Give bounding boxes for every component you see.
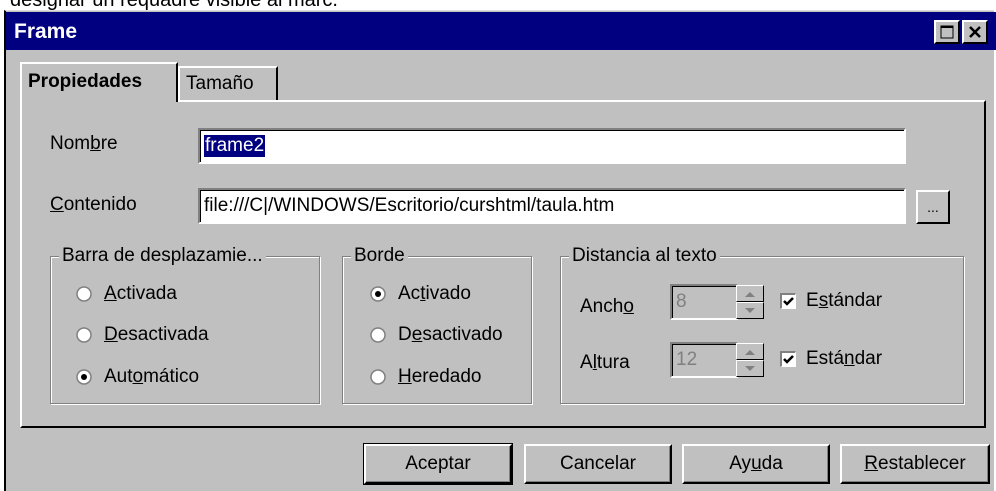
tab-tamano-label: Tamaño xyxy=(186,73,254,94)
distance-group: Distancia al texto xyxy=(560,245,964,404)
browse-button[interactable]: ... xyxy=(916,190,950,224)
title-bar[interactable]: Frame xyxy=(6,12,996,50)
ancho-label: Ancho xyxy=(580,296,634,317)
restablecer-button[interactable]: Restablecer xyxy=(840,444,990,484)
radio-activado[interactable]: Activado xyxy=(370,283,471,305)
radio-empty-icon xyxy=(76,286,92,302)
spin-down-icon xyxy=(745,307,755,313)
ancho-value: 8 xyxy=(676,291,687,312)
checkbox-checked-icon xyxy=(780,293,796,309)
maximize-icon xyxy=(940,25,954,39)
radio-empty-icon xyxy=(370,327,386,343)
altura-estandar-checkbox[interactable]: Estándar xyxy=(780,348,882,370)
nombre-value: frame2 xyxy=(204,135,266,157)
altura-spinner[interactable] xyxy=(736,343,764,377)
tab-propiedades-label: Propiedades xyxy=(28,71,143,92)
cancelar-button[interactable]: Cancelar xyxy=(524,444,672,484)
radio-activada[interactable]: Activada xyxy=(76,283,177,305)
tab-tamano[interactable]: Tamaño xyxy=(178,66,278,100)
tab-propiedades[interactable]: Propiedades xyxy=(20,62,178,102)
close-icon xyxy=(969,26,981,38)
cancelar-label: Cancelar xyxy=(559,453,637,474)
spin-down-icon xyxy=(745,365,755,371)
close-button[interactable] xyxy=(962,20,988,44)
radio-desactivada[interactable]: Desactivada xyxy=(76,324,209,346)
nombre-input[interactable]: frame2 xyxy=(198,128,906,164)
ayuda-label: Ayuda xyxy=(729,453,783,474)
contenido-input[interactable]: file:///C|/WINDOWS/Escritorio/curshtml/t… xyxy=(198,188,906,224)
aceptar-button[interactable]: Aceptar xyxy=(363,443,513,485)
nombre-label: Nombre xyxy=(50,133,118,154)
aceptar-label: Aceptar xyxy=(405,453,471,474)
ayuda-button[interactable]: Ayuda xyxy=(682,444,830,484)
radio-empty-icon xyxy=(76,327,92,343)
contenido-value: file:///C|/WINDOWS/Escritorio/curshtml/t… xyxy=(204,195,615,216)
scrollbar-group-title: Barra de desplazamie... xyxy=(59,245,266,267)
spin-up-icon xyxy=(745,291,755,297)
radio-selected-icon xyxy=(76,369,92,385)
ancho-estandar-checkbox[interactable]: Estándar xyxy=(780,290,882,312)
contenido-label: Contenido xyxy=(50,194,137,215)
checkbox-checked-icon xyxy=(780,351,796,367)
radio-empty-icon xyxy=(370,369,386,385)
radio-heredado[interactable]: Heredado xyxy=(370,366,481,388)
altura-label: Altura xyxy=(580,352,630,373)
border-group-title: Borde xyxy=(351,245,408,267)
maximize-button[interactable] xyxy=(934,20,960,44)
spin-up-icon xyxy=(745,349,755,355)
ancho-spinner[interactable] xyxy=(736,285,764,319)
restablecer-label: Restablecer xyxy=(864,453,966,474)
ancho-input[interactable]: 8 xyxy=(670,284,738,320)
altura-value: 12 xyxy=(676,349,698,370)
window-title: Frame xyxy=(14,20,78,43)
altura-input[interactable]: 12 xyxy=(670,342,738,378)
radio-desactivado[interactable]: Desactivado xyxy=(370,324,503,346)
distance-group-title: Distancia al texto xyxy=(569,245,720,267)
radio-selected-icon xyxy=(370,286,386,302)
radio-automatico[interactable]: Automático xyxy=(76,366,199,388)
